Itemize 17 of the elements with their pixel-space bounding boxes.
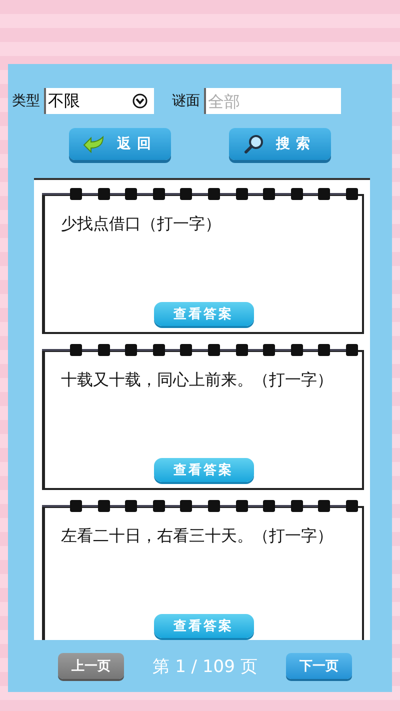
riddle-text: 十载又十载，同心上前来。（打一字） bbox=[61, 370, 334, 391]
arrow-icon bbox=[83, 135, 105, 153]
riddle-text: 少找点借口（打一字） bbox=[61, 214, 222, 235]
next-page-button[interactable]: 下一页 bbox=[286, 653, 352, 679]
page-indicator: 第 1 / 109 页 bbox=[152, 656, 258, 678]
riddle-text: 左看二十日，右看三十天。（打一字） bbox=[61, 526, 334, 547]
search-icon bbox=[244, 134, 264, 154]
riddle-label: 谜面 bbox=[172, 92, 200, 110]
answer-button[interactable]: 查看答案 bbox=[154, 458, 254, 482]
riddle-input-field[interactable]: 全部 bbox=[204, 88, 341, 114]
search-button[interactable]: 搜索 bbox=[229, 128, 331, 160]
type-label: 类型 bbox=[12, 92, 40, 110]
type-dropdown[interactable]: 不限 bbox=[44, 88, 154, 114]
answer-button[interactable]: 查看答案 bbox=[154, 614, 254, 638]
answer-button[interactable]: 查看答案 bbox=[154, 302, 254, 326]
back-button[interactable]: 返回 bbox=[69, 128, 171, 160]
chevron-down-icon bbox=[132, 93, 148, 109]
